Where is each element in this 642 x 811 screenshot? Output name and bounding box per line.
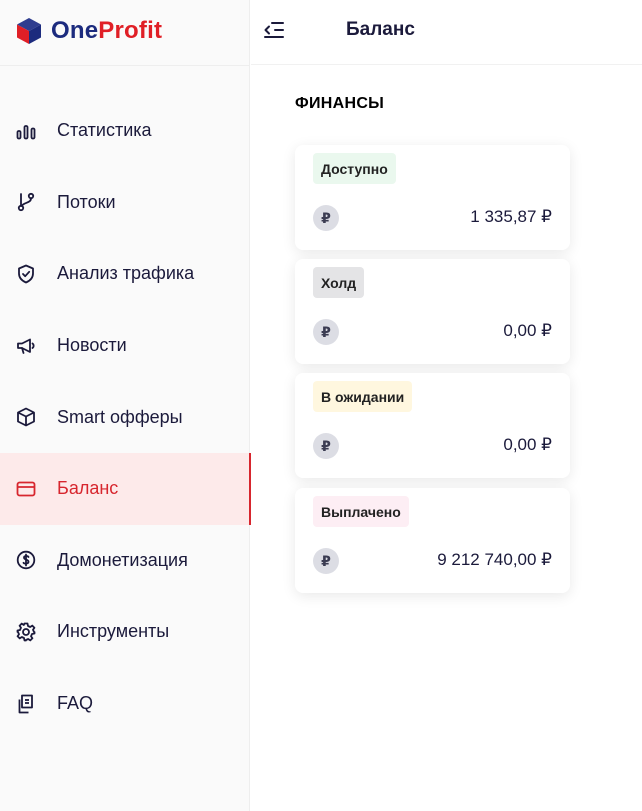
sidebar-item-smart-offers[interactable]: Smart офферы [0, 381, 250, 453]
gear-icon [15, 621, 36, 642]
card-icon [15, 478, 36, 499]
sidebar-item-label: Инструменты [57, 621, 170, 642]
logo[interactable]: OneProfit [16, 14, 162, 48]
sidebar-item-label: Новости [57, 335, 127, 356]
balance-card-hold: Холд ₽ 0,00 ₽ [295, 259, 570, 364]
collapse-sidebar-button[interactable] [262, 18, 286, 42]
ruble-icon: ₽ [313, 433, 339, 459]
sidebar-item-label: Потоки [57, 191, 116, 212]
sidebar-item-traffic-analysis[interactable]: Анализ трафика [0, 238, 250, 310]
page-title: Баланс [346, 19, 415, 40]
section-title: ФИНАНСЫ [295, 95, 385, 112]
sidebar-item-tools[interactable]: Инструменты [0, 596, 250, 668]
sidebar-nav: Статистика Потоки Анализ трафика Новости… [0, 95, 251, 740]
sidebar-item-balance[interactable]: Баланс [0, 452, 251, 525]
status-badge: В ожидании [313, 381, 413, 412]
shield-check-icon [15, 263, 36, 284]
collapse-sidebar-icon [264, 22, 284, 38]
status-badge: Доступно [313, 153, 396, 184]
balance-amount: 0,00 ₽ [503, 435, 552, 454]
cube-icon [15, 407, 36, 428]
logo-text: OneProfit [51, 17, 163, 44]
megaphone-icon [15, 335, 36, 356]
ruble-icon: ₽ [313, 548, 339, 574]
sidebar-item-label: Баланс [57, 478, 119, 499]
sidebar-item-flows[interactable]: Потоки [0, 167, 250, 239]
logo-cube-icon [17, 18, 41, 44]
balance-card-paid: Выплачено ₽ 9 212 740,00 ₽ [295, 488, 570, 593]
ruble-icon: ₽ [313, 319, 339, 345]
sidebar-item-monetization[interactable]: Домонетизация [0, 525, 250, 597]
git-branch-icon [15, 192, 36, 213]
ruble-icon: ₽ [313, 205, 339, 231]
sidebar-item-label: Smart офферы [57, 406, 183, 427]
sidebar-item-label: Домонетизация [57, 549, 188, 570]
dollar-icon [15, 550, 36, 571]
balance-amount: 0,00 ₽ [503, 321, 552, 340]
balance-card-pending: В ожидании ₽ 0,00 ₽ [295, 373, 570, 478]
sidebar-item-label: Статистика [57, 120, 152, 141]
balance-card-available: Доступно ₽ 1 335,87 ₽ [295, 145, 570, 250]
balance-amount: 1 335,87 ₽ [470, 207, 552, 226]
bar-chart-icon [15, 120, 36, 141]
sidebar-divider [0, 65, 250, 66]
sidebar-item-faq[interactable]: FAQ [0, 668, 250, 740]
status-badge: Выплачено [313, 496, 409, 527]
sidebar-item-label: Анализ трафика [57, 263, 195, 284]
balance-amount: 9 212 740,00 ₽ [437, 550, 552, 569]
sidebar-item-statistics[interactable]: Статистика [0, 95, 250, 167]
document-icon [15, 693, 36, 714]
status-badge: Холд [313, 267, 365, 298]
sidebar: OneProfit Статистика Потоки Анализ трафи… [0, 0, 251, 811]
sidebar-item-news[interactable]: Новости [0, 310, 250, 382]
top-bar: Баланс [251, 0, 642, 65]
sidebar-item-label: FAQ [57, 693, 94, 714]
